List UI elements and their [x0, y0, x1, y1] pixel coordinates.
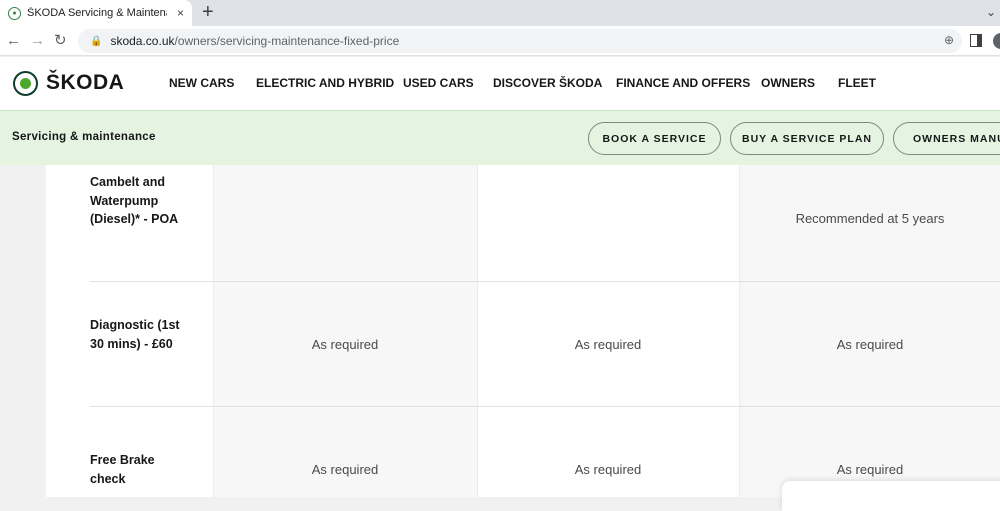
side-panel-icon[interactable] — [970, 34, 982, 47]
zoom-icon[interactable]: ⊕ — [944, 33, 954, 47]
nav-fleet[interactable]: FLEET — [838, 76, 876, 90]
back-arrow-icon[interactable]: ← — [6, 31, 21, 51]
tab-title: ŠKODA Servicing & Maintenance — [27, 7, 167, 19]
table-cell: As required — [311, 337, 379, 352]
browser-tab-bar: ● ŠKODA Servicing & Maintenance × + ⌄ — [0, 0, 1000, 26]
nav-electric-and-hybrid[interactable]: ELECTRIC AND HYBRID — [256, 76, 394, 90]
lock-icon[interactable]: 🔒 — [90, 36, 102, 47]
owners-manual-button[interactable]: OWNERS MANUAL — [893, 122, 1000, 155]
subnav-title: Servicing & maintenance — [12, 131, 156, 143]
reload-icon[interactable]: ↻ — [54, 31, 67, 51]
buy-a-service-plan-button[interactable]: BUY A SERVICE PLAN — [730, 122, 884, 155]
nav-used-cars[interactable]: USED CARS — [403, 76, 474, 90]
row-label-cambelt: Cambelt and Waterpump (Diesel)* - POA — [90, 175, 179, 226]
address-bar[interactable]: 🔒 skoda.co.uk /owners/servicing-maintena… — [78, 29, 962, 53]
table-cell: As required — [311, 462, 379, 477]
forward-arrow-icon[interactable]: → — [30, 31, 45, 51]
row-label-free-brake-check: Free Brake check — [90, 453, 155, 486]
table-cell: As required — [836, 462, 904, 477]
skoda-favicon-icon: ● — [8, 6, 21, 20]
table-cell: Recommended at 5 years — [795, 211, 945, 226]
new-tab-button[interactable]: + — [202, 2, 214, 22]
profile-avatar[interactable] — [993, 33, 1000, 49]
nav-discover-skoda[interactable]: DISCOVER ŠKODA — [493, 76, 602, 90]
row-label-diagnostic: Diagnostic (1st 30 mins) - £60 — [90, 318, 180, 351]
nav-owners[interactable]: OWNERS — [761, 76, 815, 90]
table-column-2 — [477, 165, 739, 497]
close-tab-icon[interactable]: × — [177, 6, 184, 20]
table-cell: As required — [574, 337, 642, 352]
floating-widget-card[interactable] — [782, 481, 1000, 511]
row-divider — [90, 281, 1000, 282]
service-table-section: Cambelt and Waterpump (Diesel)* - POA Re… — [0, 165, 1000, 497]
book-a-service-button[interactable]: BOOK A SERVICE — [588, 122, 721, 155]
table-cell: As required — [574, 462, 642, 477]
browser-tab[interactable]: ● ŠKODA Servicing & Maintenance × — [0, 0, 192, 26]
browser-toolbar: ← → ↻ 🔒 skoda.co.uk /owners/servicing-ma… — [0, 26, 1000, 56]
logo-text[interactable]: ŠKODA — [46, 71, 124, 95]
site-header: ŠKODA NEW CARS ELECTRIC AND HYBRID USED … — [0, 57, 1000, 110]
nav-finance-and-offers[interactable]: FINANCE AND OFFERS — [616, 76, 750, 90]
skoda-logo-icon[interactable] — [13, 71, 38, 96]
url-path: /owners/servicing-maintenance-fixed-pric… — [174, 34, 400, 48]
tab-search-chevron-icon[interactable]: ⌄ — [986, 5, 996, 19]
url-host: skoda.co.uk — [110, 34, 175, 48]
table-cell: As required — [836, 337, 904, 352]
subnav-bar: Servicing & maintenance BOOK A SERVICE B… — [0, 110, 1000, 165]
nav-new-cars[interactable]: NEW CARS — [169, 76, 234, 90]
table-column-1 — [213, 165, 477, 497]
row-divider — [90, 406, 1000, 407]
